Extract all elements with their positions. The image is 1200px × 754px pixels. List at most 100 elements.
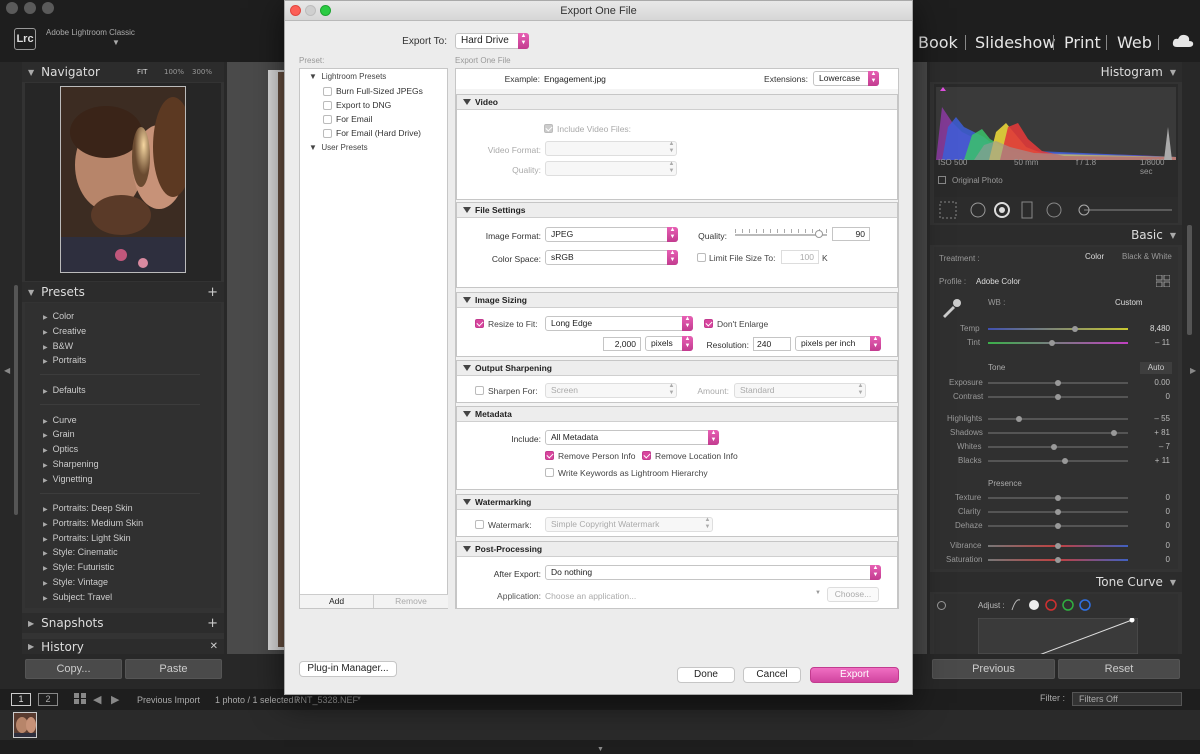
metadata-header[interactable]: Metadata <box>457 407 897 422</box>
resolution-input[interactable]: 240 <box>753 337 791 351</box>
application-input[interactable]: Choose an application... <box>545 591 636 601</box>
right-scrollbar[interactable] <box>1187 225 1192 335</box>
remove-location-checkbox[interactable] <box>642 451 651 460</box>
wb-value[interactable]: Custom <box>1115 298 1143 307</box>
extensions-select[interactable]: Lowercase ▲ ▼ <box>813 71 879 86</box>
resize-checkbox[interactable] <box>475 319 484 328</box>
sharpen-checkbox[interactable] <box>475 386 484 395</box>
tone-curve-header[interactable]: Tone Curve ▼ <box>930 572 1182 592</box>
module-slideshow[interactable]: Slideshow <box>975 33 1055 52</box>
write-keywords-checkbox[interactable] <box>545 468 554 477</box>
profile-browser-icon[interactable] <box>1156 275 1170 287</box>
slider-knob[interactable] <box>1111 430 1117 436</box>
plugin-manager-button[interactable]: Plug-in Manager... <box>299 661 397 677</box>
slider-knob[interactable] <box>1071 326 1078 332</box>
source-label[interactable]: Previous Import <box>137 695 200 705</box>
choose-application-button[interactable]: Choose... <box>827 587 879 602</box>
window-minimize-button[interactable] <box>24 2 36 14</box>
tint-slider[interactable] <box>988 340 1128 346</box>
user-presets-folder[interactable]: ▼ User Presets <box>309 143 368 152</box>
add-preset-button[interactable]: Add <box>300 594 374 608</box>
vibrance-slider[interactable] <box>988 543 1128 549</box>
preset-item-color[interactable]: ▶ Color <box>43 311 74 321</box>
navigator-photo[interactable] <box>60 86 186 273</box>
lightroom-presets-folder[interactable]: ▼ Lightroom Presets <box>309 72 386 81</box>
dialog-close-button[interactable] <box>290 5 301 16</box>
texture-slider[interactable] <box>988 495 1128 501</box>
snapshots-header[interactable]: ▶ Snapshots + <box>22 613 224 633</box>
shadows-slider[interactable] <box>988 430 1128 436</box>
color-space-select[interactable]: sRGB ▲ ▼ <box>545 250 678 265</box>
preset-export-dng[interactable]: Export to DNG <box>323 100 391 111</box>
shadows-value[interactable]: + 81 <box>1140 428 1170 437</box>
dehaze-value[interactable]: 0 <box>1140 521 1170 530</box>
output-sharpening-header[interactable]: Output Sharpening <box>457 361 897 376</box>
contrast-value[interactable]: 0 <box>1140 392 1170 401</box>
preset-item-travel[interactable]: ▶ Subject: Travel <box>43 592 112 602</box>
temp-slider[interactable] <box>988 326 1128 332</box>
limit-size-checkbox[interactable] <box>697 253 706 262</box>
zoom-fit[interactable]: FIT <box>137 68 147 76</box>
post-processing-header[interactable]: Post-Processing <box>457 542 897 557</box>
watermarking-header[interactable]: Watermarking <box>457 495 897 510</box>
module-print[interactable]: Print <box>1064 33 1101 52</box>
preset-item-defaults[interactable]: ▶ Defaults <box>43 385 86 395</box>
back-arrow-icon[interactable]: ◀ <box>93 693 101 706</box>
export-button[interactable]: Export <box>810 667 899 683</box>
whites-value[interactable]: – 7 <box>1140 442 1170 451</box>
dehaze-slider[interactable] <box>988 523 1128 529</box>
checkbox[interactable] <box>323 101 332 111</box>
paste-button[interactable]: Paste <box>125 659 222 679</box>
tone-curve-graph[interactable] <box>978 618 1138 654</box>
remove-preset-button[interactable]: Remove <box>374 594 448 608</box>
curve-channel-icons[interactable] <box>1010 598 1092 612</box>
treatment-color[interactable]: Color <box>1085 252 1104 261</box>
slider-knob[interactable] <box>1055 380 1061 386</box>
chevron-down-icon[interactable]: ▼ <box>356 696 362 702</box>
checkbox[interactable] <box>323 129 332 139</box>
slider-knob[interactable] <box>814 230 823 238</box>
saturation-slider[interactable] <box>988 557 1128 563</box>
preset-item-light-skin[interactable]: ▶ Portraits: Light Skin <box>43 533 131 543</box>
close-icon[interactable]: ✕ <box>210 641 218 652</box>
slider-knob[interactable] <box>1050 444 1057 450</box>
size-input[interactable]: 2,000 <box>603 337 641 351</box>
page-1-button[interactable]: 1 <box>11 693 31 706</box>
treatment-bw[interactable]: Black & White <box>1122 252 1172 261</box>
filmstrip-thumbnail[interactable] <box>13 712 37 738</box>
watermark-select[interactable]: Simple Copyright Watermark ▲ ▼ <box>545 517 713 532</box>
navigator-header[interactable]: ▼ Navigator FIT 100% 300% <box>22 62 224 82</box>
tint-value[interactable]: – 11 <box>1140 338 1170 347</box>
target-adjust-icon[interactable] <box>937 601 946 610</box>
zoom-300[interactable]: 300% <box>192 68 212 76</box>
exposure-value[interactable]: 0.00 <box>1140 378 1170 387</box>
preset-item-portraits[interactable]: ▶ Portraits <box>43 355 86 365</box>
window-zoom-button[interactable] <box>42 2 54 14</box>
exposure-slider[interactable] <box>988 380 1128 386</box>
clarity-value[interactable]: 0 <box>1140 507 1170 516</box>
highlights-slider[interactable] <box>988 416 1128 422</box>
metadata-include-select[interactable]: All Metadata ▲ ▼ <box>545 430 719 445</box>
video-format-select[interactable]: ▲ ▼ <box>545 141 677 156</box>
blacks-value[interactable]: + 11 <box>1140 456 1170 465</box>
right-panel-toggle-icon[interactable]: ▶ <box>1190 366 1196 375</box>
video-quality-select[interactable]: ▲ ▼ <box>545 161 677 176</box>
preset-item-curve[interactable]: ▶ Curve <box>43 415 77 425</box>
left-panel-toggle-icon[interactable]: ◀ <box>4 366 10 375</box>
dialog-minimize-button[interactable] <box>305 5 316 16</box>
grid-view-icon[interactable] <box>74 693 86 704</box>
preset-item-sharpening[interactable]: ▶ Sharpening <box>43 459 99 469</box>
sharpen-for-select[interactable]: Screen ▲ ▼ <box>545 383 677 398</box>
slider-knob[interactable] <box>1015 416 1022 422</box>
slider-knob[interactable] <box>1055 394 1061 400</box>
filmstrip-toggle-icon[interactable]: ▼ <box>597 746 604 753</box>
video-header[interactable]: Video <box>457 95 897 110</box>
module-book[interactable]: Book <box>918 33 958 52</box>
checkbox[interactable] <box>323 87 332 97</box>
previous-button[interactable]: Previous <box>932 659 1055 679</box>
zoom-100[interactable]: 100% <box>164 68 184 76</box>
resolution-unit-select[interactable]: pixels per inch ▲ ▼ <box>795 336 881 351</box>
left-scrollbar[interactable] <box>14 285 18 515</box>
quality-slider[interactable] <box>735 229 827 238</box>
cancel-button[interactable]: Cancel <box>743 667 801 683</box>
